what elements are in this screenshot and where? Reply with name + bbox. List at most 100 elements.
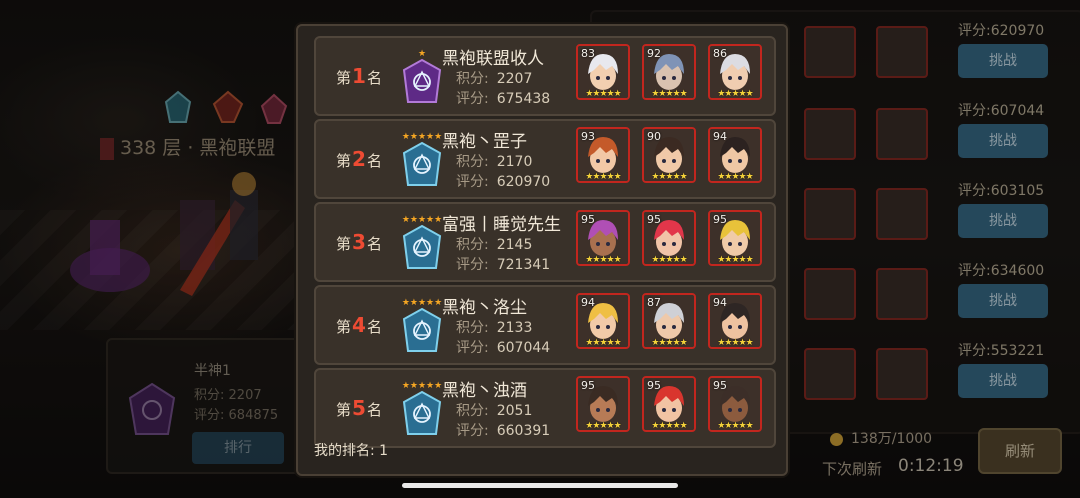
player-points: 积分: 2133 bbox=[456, 317, 532, 337]
points-label: 积分: bbox=[456, 71, 489, 87]
hero-level: 95 bbox=[647, 213, 661, 226]
rank-prefix: 第 bbox=[336, 318, 352, 336]
rating-label: 评分: bbox=[456, 423, 489, 439]
hero-level: 95 bbox=[713, 379, 727, 392]
rank-number: 2 bbox=[352, 147, 366, 171]
hero-stars: ★★★★★ bbox=[651, 421, 687, 431]
points-value: 2051 bbox=[496, 403, 533, 419]
rating-label: 评分: bbox=[456, 340, 489, 356]
player-rating: 评分: 620970 bbox=[456, 171, 550, 191]
hero-avatar[interactable]: 83 ★★★★★ bbox=[576, 44, 630, 100]
hero-avatar[interactable]: 92 ★★★★★ bbox=[642, 44, 696, 100]
svg-text:★: ★ bbox=[418, 49, 426, 59]
hero-level: 95 bbox=[713, 213, 727, 226]
player-name: 黑袍丶浊酒 bbox=[442, 381, 527, 401]
hero-avatar[interactable]: 95 ★★★★★ bbox=[708, 210, 762, 266]
hero-stars: ★★★★★ bbox=[651, 338, 687, 348]
rank-emblem-icon: ★ bbox=[402, 49, 442, 103]
rating-value: 620970 bbox=[496, 174, 551, 190]
hero-avatar[interactable]: 94 ★★★★★ bbox=[708, 293, 762, 349]
hero-avatar[interactable]: 86 ★★★★★ bbox=[708, 44, 762, 100]
player-name: 黑袍联盟收人 bbox=[442, 49, 544, 69]
rank-number: 4 bbox=[352, 313, 366, 337]
hero-level: 86 bbox=[713, 47, 727, 60]
rank-number: 1 bbox=[352, 64, 366, 88]
ranking-row[interactable]: 第2名 ★★★★★ 黑袍丶罡子 积分: 2170 评分: 620970 93 ★★ bbox=[314, 119, 776, 199]
rank-emblem-icon: ★★★★★ bbox=[402, 215, 442, 269]
hero-level: 94 bbox=[581, 296, 595, 309]
hero-stars: ★★★★★ bbox=[585, 255, 621, 265]
rank-label: 第2名 bbox=[336, 121, 382, 197]
rank-prefix: 第 bbox=[336, 69, 352, 87]
ranking-row[interactable]: 第4名 ★★★★★ 黑袍丶洛尘 积分: 2133 评分: 607044 94 ★★ bbox=[314, 285, 776, 365]
player-rating: 评分: 660391 bbox=[456, 420, 550, 440]
hero-level: 95 bbox=[581, 379, 595, 392]
hero-stars: ★★★★★ bbox=[585, 338, 621, 348]
rank-suffix: 名 bbox=[366, 235, 382, 253]
ranking-row[interactable]: 第3名 ★★★★★ 富强丨睡觉先生 积分: 2145 评分: 721341 95 bbox=[314, 202, 776, 282]
hero-avatar[interactable]: 95 ★★★★★ bbox=[642, 210, 696, 266]
hero-stars: ★★★★★ bbox=[717, 421, 753, 431]
points-label: 积分: bbox=[456, 320, 489, 336]
hero-avatar[interactable]: 87 ★★★★★ bbox=[642, 293, 696, 349]
hero-avatar[interactable]: 95 ★★★★★ bbox=[576, 210, 630, 266]
rank-prefix: 第 bbox=[336, 401, 352, 419]
rating-label: 评分: bbox=[456, 174, 489, 190]
my-rank: 我的排名: 1 bbox=[314, 440, 388, 460]
rank-number: 3 bbox=[352, 230, 366, 254]
rank-label: 第3名 bbox=[336, 204, 382, 280]
rank-label: 第1名 bbox=[336, 38, 382, 114]
hero-stars: ★★★★★ bbox=[717, 172, 753, 182]
hero-stars: ★★★★★ bbox=[651, 89, 687, 99]
player-name: 富强丨睡觉先生 bbox=[442, 215, 561, 235]
rank-label: 第5名 bbox=[336, 370, 382, 446]
home-indicator[interactable] bbox=[402, 483, 678, 488]
rank-suffix: 名 bbox=[366, 401, 382, 419]
hero-avatar[interactable]: 93 ★★★★★ bbox=[576, 127, 630, 183]
rating-label: 评分: bbox=[456, 91, 489, 107]
rating-value: 675438 bbox=[496, 91, 551, 107]
points-value: 2145 bbox=[496, 237, 533, 253]
rank-number: 5 bbox=[352, 396, 366, 420]
hero-avatar[interactable]: 95 ★★★★★ bbox=[642, 376, 696, 432]
hero-stars: ★★★★★ bbox=[585, 172, 621, 182]
hero-avatar[interactable]: 90 ★★★★★ bbox=[642, 127, 696, 183]
hero-stars: ★★★★★ bbox=[651, 255, 687, 265]
hero-level: 93 bbox=[581, 130, 595, 143]
hero-stars: ★★★★★ bbox=[717, 89, 753, 99]
rank-label: 第4名 bbox=[336, 287, 382, 363]
points-label: 积分: bbox=[456, 237, 489, 253]
rating-label: 评分: bbox=[456, 257, 489, 273]
player-rating: 评分: 607044 bbox=[456, 337, 550, 357]
hero-stars: ★★★★★ bbox=[585, 89, 621, 99]
hero-stars: ★★★★★ bbox=[717, 338, 753, 348]
ranking-row[interactable]: 第5名 ★★★★★ 黑袍丶浊酒 积分: 2051 评分: 660391 95 ★★ bbox=[314, 368, 776, 448]
svg-text:★★★★★: ★★★★★ bbox=[402, 132, 442, 142]
player-name: 黑袍丶洛尘 bbox=[442, 298, 527, 318]
player-name: 黑袍丶罡子 bbox=[442, 132, 527, 152]
hero-level: 95 bbox=[647, 379, 661, 392]
svg-text:★★★★★: ★★★★★ bbox=[402, 381, 442, 391]
hero-level: 87 bbox=[647, 296, 661, 309]
hero-stars: ★★★★★ bbox=[585, 421, 621, 431]
ranking-panel: 第1名 ★ 黑袍联盟收人 积分: 2207 评分: 675438 83 ★★★★★ bbox=[296, 24, 788, 476]
rating-value: 660391 bbox=[496, 423, 551, 439]
svg-text:★★★★★: ★★★★★ bbox=[402, 215, 442, 225]
player-rating: 评分: 675438 bbox=[456, 88, 550, 108]
rank-suffix: 名 bbox=[366, 318, 382, 336]
points-value: 2170 bbox=[496, 154, 533, 170]
hero-avatar[interactable]: 95 ★★★★★ bbox=[708, 376, 762, 432]
rank-emblem-icon: ★★★★★ bbox=[402, 298, 442, 352]
my-rank-label: 我的排名: bbox=[314, 443, 375, 459]
rank-suffix: 名 bbox=[366, 152, 382, 170]
hero-level: 94 bbox=[713, 296, 727, 309]
ranking-row[interactable]: 第1名 ★ 黑袍联盟收人 积分: 2207 评分: 675438 83 ★★★★★ bbox=[314, 36, 776, 116]
hero-avatar[interactable]: 94 ★★★★★ bbox=[708, 127, 762, 183]
hero-avatar[interactable]: 95 ★★★★★ bbox=[576, 376, 630, 432]
player-points: 积分: 2051 bbox=[456, 400, 532, 420]
hero-avatar[interactable]: 94 ★★★★★ bbox=[576, 293, 630, 349]
rank-emblem-icon: ★★★★★ bbox=[402, 132, 442, 186]
hero-level: 83 bbox=[581, 47, 595, 60]
player-points: 积分: 2207 bbox=[456, 68, 532, 88]
points-label: 积分: bbox=[456, 403, 489, 419]
